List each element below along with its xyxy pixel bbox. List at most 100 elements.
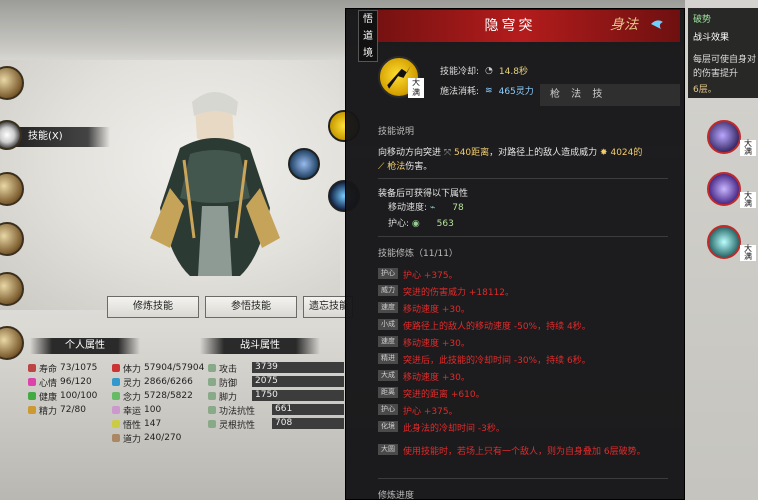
cultivation-tag: 精进 xyxy=(378,353,398,364)
stat-row: 灵力 2866/6266 xyxy=(112,376,193,389)
equip-heart-guard-label: 护心: xyxy=(388,219,410,229)
combat-attributes-header: 战斗属性 xyxy=(200,338,320,354)
equip-move-speed-label: 移动速度: xyxy=(388,203,428,213)
cooldown-row: 技能冷却: ◔ 14.8秒 xyxy=(440,64,528,78)
stat-label: 精力 xyxy=(39,406,58,417)
desc-power: 4024的 xyxy=(610,148,643,158)
cultivation-row: 化境 此身法的冷却时间 -3秒。 xyxy=(378,421,668,434)
desc-part-a: 向移动方向突进 xyxy=(378,148,442,158)
stat-row: 体力 57904/57904 xyxy=(112,362,205,375)
cultivation-text: 突进后，此技能的冷却时间 -30%，持续 6秒。 xyxy=(403,356,591,366)
spirit-icon: ≋ xyxy=(485,85,493,96)
combat-stat-label: 防御 xyxy=(219,378,238,389)
stat-value: 100 xyxy=(144,405,162,415)
stat-value: 57904/57904 xyxy=(144,363,205,373)
combat-stat-icon xyxy=(208,364,216,372)
cultivation-text: 移动速度 +30。 xyxy=(403,339,470,349)
stat-row: 念力 5728/5822 xyxy=(112,390,193,403)
equip-heart-guard-value: 563 xyxy=(436,219,454,229)
combat-stat-icon xyxy=(208,378,216,386)
cultivation-title: 技能修炼（11/11） xyxy=(378,249,458,259)
cultivation-text: 使路径上的敌人的移动速度 -50%，持续 4秒。 xyxy=(403,322,591,332)
combat-stat-label: 功法抗性 xyxy=(219,406,256,417)
spear-icon: ⟋ xyxy=(378,162,385,172)
comprehend-skill-button[interactable]: 参悟技能 xyxy=(205,296,297,318)
cost-label: 施法消耗: xyxy=(440,87,480,97)
cultivation-row: 速度 移动速度 +30。 xyxy=(378,302,668,315)
stat-value: 147 xyxy=(144,419,162,429)
combat-stat-icon xyxy=(208,392,216,400)
stat-icon xyxy=(112,420,120,428)
boot-icon: ⌁ xyxy=(429,203,436,213)
combat-stat-icon xyxy=(208,406,216,414)
side-menu-person-icon[interactable] xyxy=(0,326,24,360)
equip-bonus-title: 装备后可获得以下属性 xyxy=(378,189,469,199)
cultivation-text: 移动速度 +30。 xyxy=(403,373,470,383)
clock-icon: ◔ xyxy=(485,65,493,76)
cultivation-tag: 护心 xyxy=(378,404,398,415)
combat-stat-value: 2075 xyxy=(252,376,344,387)
cultivation-tag: 威力 xyxy=(378,285,398,296)
buff-desc-line2: 的伤害提升 xyxy=(693,69,739,79)
cultivation-tag: 距离 xyxy=(378,387,398,398)
cultivation-text: 突进的距离 +610。 xyxy=(403,390,485,400)
divider xyxy=(378,178,668,179)
cultivation-text: 护心 +375。 xyxy=(403,271,458,281)
cultivation-row: 威力 突进的伤害威力 +18112。 xyxy=(378,285,668,298)
cultivation-text: 突进的伤害威力 +18112。 xyxy=(403,288,515,298)
distance-icon: ⤧ xyxy=(443,148,452,158)
bird-icon xyxy=(651,20,663,29)
cultivation-tag: 护心 xyxy=(378,268,398,279)
stat-icon xyxy=(112,434,120,442)
cultivation-text: 护心 +375。 xyxy=(403,407,458,417)
cultivation-row: 小成 使路径上的敌人的移动速度 -50%，持续 4秒。 xyxy=(378,319,668,332)
stat-value: 96/120 xyxy=(60,377,92,387)
cultivation-row: 大圆 使用技能时，若场上只有一个敌人，则为自身叠加 6层破势。 xyxy=(378,444,668,457)
combat-stat-icon xyxy=(208,420,216,428)
desc-weapon: 枪法 xyxy=(387,162,406,172)
cultivation-progress-label: 修炼进度 xyxy=(378,491,415,500)
combat-stat-row: 攻击 xyxy=(208,362,238,375)
equipped-skill-slot-1[interactable] xyxy=(707,120,741,154)
stat-value: 240/270 xyxy=(144,433,182,443)
cultivation-text: 此身法的冷却时间 -3秒。 xyxy=(403,424,505,434)
buff-title: 破势 xyxy=(693,15,712,25)
stat-icon xyxy=(112,406,120,414)
stat-value: 5728/5822 xyxy=(144,391,193,401)
combat-stat-label: 攻击 xyxy=(219,364,238,375)
cultivation-tag: 速度 xyxy=(378,302,398,313)
stat-icon xyxy=(112,392,120,400)
tab-skills-label: 技能(X) xyxy=(28,131,63,142)
combat-stat-label: 脚力 xyxy=(219,392,238,403)
combat-stat-value: 1750 xyxy=(252,390,344,401)
stat-label: 灵力 xyxy=(123,378,142,389)
equipped-skill-slot-3[interactable] xyxy=(707,225,741,259)
cost-row: 施法消耗: ≋ 465灵力 xyxy=(440,84,534,98)
stat-label: 寿命 xyxy=(39,364,58,375)
stat-icon xyxy=(28,378,36,386)
stat-row: 幸运 100 xyxy=(112,404,162,417)
skill-category: 身法 xyxy=(610,17,638,33)
cultivation-tag: 速度 xyxy=(378,336,398,347)
cultivate-skill-button[interactable]: 修炼技能 xyxy=(107,296,199,318)
cultivation-tag: 大圆 xyxy=(378,444,398,455)
stat-row: 精力 72/80 xyxy=(28,404,86,417)
stat-label: 念力 xyxy=(123,392,142,403)
realm-vertical-tag: 悟 道 境 xyxy=(358,10,378,62)
slot-3-badge: 大 满 xyxy=(740,245,756,261)
combat-stat-value: 3739 xyxy=(252,362,344,373)
background-calligraphy-strip: 枪 法 技 xyxy=(540,84,680,106)
stat-label: 健康 xyxy=(39,392,58,403)
equipped-skill-slot-2[interactable] xyxy=(707,172,741,206)
power-icon: ✸ xyxy=(600,148,608,158)
stat-row: 寿命 73/1075 xyxy=(28,362,97,375)
stat-row: 健康 100/100 xyxy=(28,390,97,403)
skill-description: 向移动方向突进 ⤧ 540距离，对路径上的敌人造成威力 ✸ 4024的 ⟋ 枪法… xyxy=(378,146,673,174)
skill-slot-wind-icon[interactable] xyxy=(288,148,320,180)
divider xyxy=(378,478,668,479)
cost-value: 465灵力 xyxy=(498,87,534,97)
stat-label: 道力 xyxy=(123,434,142,445)
combat-stat-row: 防御 xyxy=(208,376,238,389)
stat-icon xyxy=(112,364,120,372)
stat-label: 悟性 xyxy=(123,420,142,431)
